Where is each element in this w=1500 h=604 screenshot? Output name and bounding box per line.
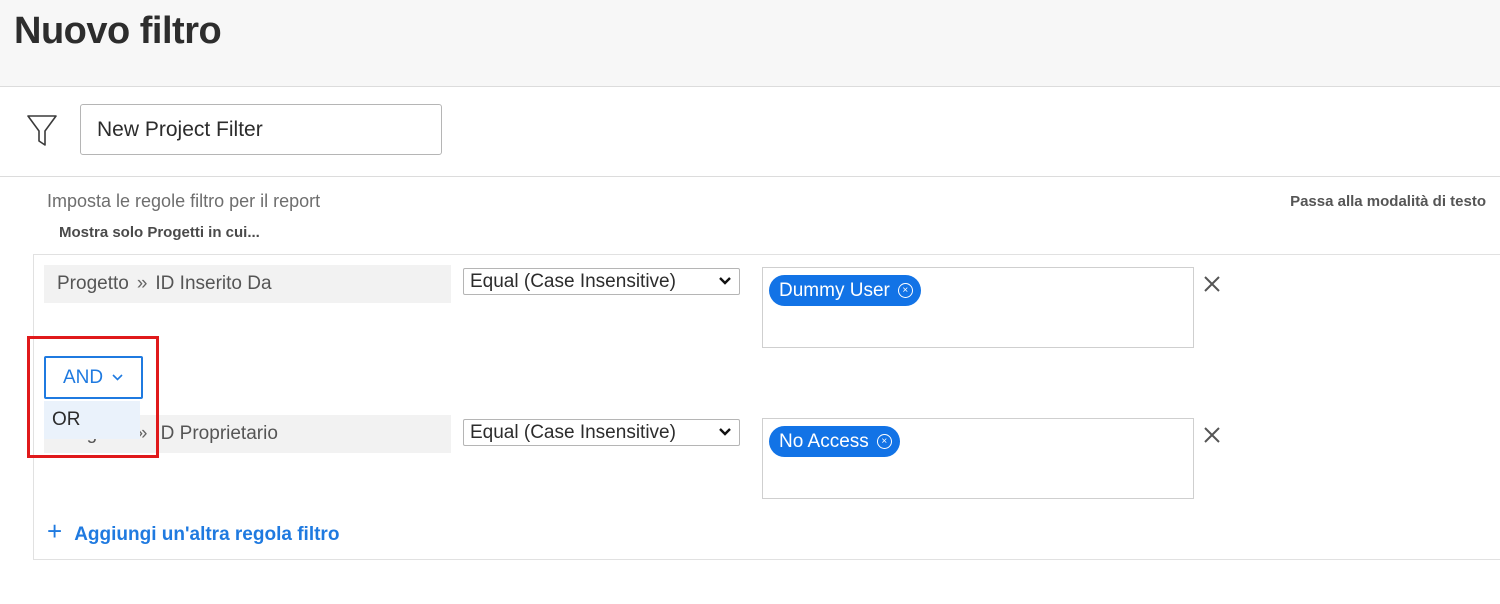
text-mode-link[interactable]: Passa alla modalità di testo — [1290, 193, 1486, 210]
operator-select[interactable]: Equal (Case Insensitive) — [463, 419, 740, 446]
highlight-box — [27, 336, 159, 458]
operator-value: Equal (Case Insensitive) — [470, 270, 676, 292]
filter-name-input[interactable] — [80, 104, 442, 155]
plus-icon: + — [47, 516, 63, 546]
add-rule-button[interactable]: + Aggiungi un'altra regola filtro — [47, 516, 340, 547]
value-chip: No Access × — [769, 426, 900, 457]
page-header: Nuovo filtro — [0, 0, 1500, 87]
rule-object: Progetto — [57, 273, 129, 294]
chip-label: Dummy User — [779, 279, 890, 301]
chevron-down-icon — [719, 428, 731, 436]
rule-field-path[interactable]: Progetto » ID Inserito Da — [44, 265, 451, 303]
value-input[interactable]: No Access × — [762, 418, 1194, 499]
divider — [0, 176, 1500, 177]
circle-x-icon[interactable]: × — [897, 283, 913, 298]
operator-select[interactable]: Equal (Case Insensitive) — [463, 268, 740, 295]
rule-field: ID Inserito Da — [155, 273, 272, 294]
close-icon[interactable] — [1203, 426, 1221, 444]
chevron-down-icon — [719, 277, 731, 285]
chip-label: No Access — [779, 430, 869, 452]
rules-subtitle: Imposta le regole filtro per il report — [47, 191, 321, 211]
close-icon[interactable] — [1203, 275, 1221, 293]
value-chip: Dummy User × — [769, 275, 921, 306]
path-separator-icon: » — [136, 273, 148, 294]
funnel-icon — [27, 115, 57, 146]
rule-field: ID Proprietario — [155, 423, 278, 444]
value-input[interactable]: Dummy User × — [762, 267, 1194, 348]
circle-x-icon[interactable]: × — [876, 434, 892, 449]
add-rule-label: Aggiungi un'altra regola filtro — [74, 523, 340, 545]
page-title: Nuovo filtro — [14, 10, 222, 52]
show-only-label: Mostra solo Progetti in cui... — [59, 224, 260, 241]
operator-value: Equal (Case Insensitive) — [470, 421, 676, 443]
